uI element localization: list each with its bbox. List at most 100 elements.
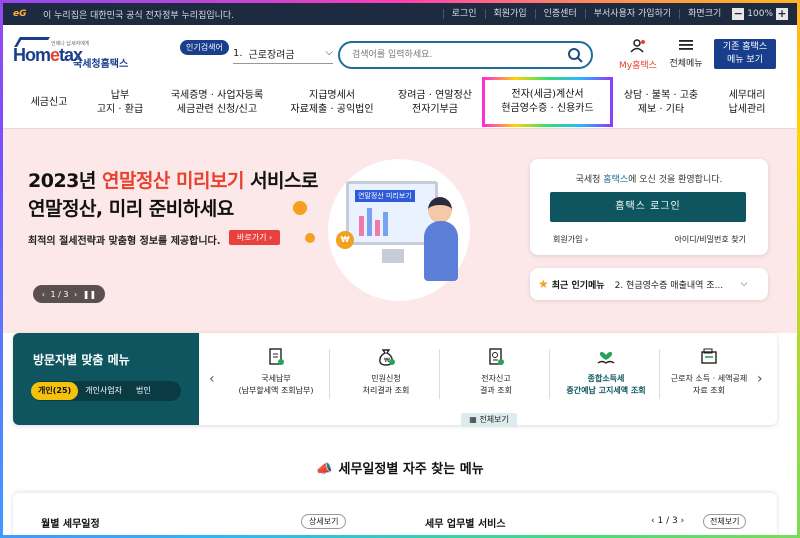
visitor-item-worker-deduction[interactable]: 근로자 소득 · 세액공제 자료 조회 — [651, 347, 767, 397]
logo-wordmark: Hometax — [13, 45, 83, 66]
nav-payment[interactable]: 납부 고지 · 환급 — [85, 77, 155, 129]
megaphone-icon: 📣 — [316, 462, 333, 477]
form-upload-icon — [489, 348, 504, 365]
tab-individual[interactable]: 개인(25) — [31, 382, 79, 400]
hero-title: 2023년 연말정산 미리보기 서비스로 연말정산, 미리 준비하세요 — [28, 167, 319, 223]
popular-search-dropdown[interactable]: 1. 근로장려금 ⌵ — [233, 44, 333, 64]
visitor-item-tax-payment[interactable]: 국세납부 (납부할세액 조회납부) — [221, 347, 331, 397]
visitor-item-civil-request[interactable]: ₩ 민원신청 처리결과 조회 — [331, 347, 441, 397]
hometax-login-button[interactable]: 홈택스 로그인 — [550, 192, 746, 222]
welcome-text: 국세청 홈택스에 오신 것을 환영합니다. — [530, 172, 768, 185]
carousel-next-icon[interactable]: › — [74, 290, 77, 299]
login-link[interactable]: 로그인 — [442, 9, 485, 19]
hero-go-button[interactable]: 바로가기 › — [229, 230, 281, 245]
hero-illustration: 연말정산 미리보기 ₩ — [328, 159, 470, 301]
nav-label: 납부 — [110, 90, 130, 101]
star-icon: ★ — [538, 277, 549, 291]
tab-corporation[interactable]: 법인 — [129, 382, 158, 400]
chevron-down-icon: ⌵ — [325, 47, 333, 58]
my-hometax-label: My홈택스 — [619, 61, 657, 71]
hand-heart-icon — [597, 351, 615, 364]
visitor-next-icon[interactable]: › — [757, 371, 763, 387]
services-next-icon[interactable]: › — [681, 516, 685, 526]
hometax-logo[interactable]: 언제나 납세자에게 Hometax 국세청홈택스 — [13, 37, 141, 70]
popular-search-term: 근로장려금 — [248, 50, 295, 61]
visitor-item-label: 근로자 소득 · 세액공제 — [670, 374, 748, 383]
visitor-view-all-button[interactable]: ▦ 전체보기 — [461, 413, 517, 427]
nav-sublabel: 자료제출 · 공익법인 — [290, 104, 374, 115]
services-view-all-button[interactable]: 전체보기 — [703, 514, 747, 529]
money-bag-icon: ₩ — [379, 349, 395, 366]
screen-size-label: 화면크기 — [679, 9, 729, 19]
hero-title-highlight: 연말정산 미리보기 — [101, 170, 244, 192]
all-menu-button[interactable]: 전체메뉴 — [663, 39, 709, 73]
nav-payment-statement[interactable]: 지급명세서 자료제출 · 공익법인 — [279, 77, 385, 129]
visitor-item-e-filing[interactable]: 전자신고 결과 조회 — [441, 347, 551, 397]
user-icon — [630, 39, 645, 53]
gov-notice: 이 누리집은 대한민국 공식 전자정부 누리집입니다. — [43, 10, 235, 21]
schedule-detail-button[interactable]: 상세보기 — [301, 514, 347, 529]
nav-sublabel: 현금영수증 · 신용카드 — [501, 103, 594, 114]
all-menu-label: 전체메뉴 — [669, 59, 703, 69]
coin-decor-icon — [305, 233, 315, 243]
chevron-down-icon[interactable]: ⌵ — [741, 279, 748, 289]
visitor-item-income-tax[interactable]: 종합소득세 중간예납 고지세액 조회 — [551, 347, 661, 397]
carousel-pause-icon[interactable]: ❚❚ — [83, 290, 96, 299]
hamburger-menu-icon — [679, 40, 693, 50]
hero-carousel-pager: ‹ 1 / 3 › ❚❚ — [33, 285, 105, 303]
nav-tax-agent[interactable]: 세무대리 납세관리 — [709, 77, 785, 129]
monitor-title: 연말정산 미리보기 — [355, 190, 415, 202]
tab-sole-proprietor[interactable]: 개인사업자 — [78, 382, 129, 400]
visitor-prev-icon[interactable]: ‹ — [209, 371, 215, 387]
divider — [439, 349, 440, 399]
search-input[interactable] — [352, 47, 562, 63]
welcome-brand: 홈택스 — [603, 175, 629, 185]
nav-tax-filing[interactable]: 세금신고 — [15, 77, 83, 129]
services-page-indicator: 1 / 3 — [657, 516, 678, 526]
dept-user-signup-link[interactable]: 부서사용자 가입하기 — [584, 9, 679, 19]
nav-label: 세금신고 — [30, 97, 68, 108]
nav-label: 전자(세금)계산서 — [511, 89, 584, 100]
monitor-stand — [382, 249, 404, 263]
popular-search-badge: 인기검색어 — [180, 40, 229, 55]
recent-popular-menu[interactable]: ★ 최근 인기메뉴 2. 현금영수증 매출내역 조... ⌵ — [530, 268, 768, 300]
welcome-b: 에 오신 것을 환영합니다. — [628, 175, 723, 185]
person-head-illustration — [428, 197, 452, 223]
signup-link[interactable]: 회원가입 — [484, 9, 535, 19]
grid-icon: ▦ — [469, 415, 477, 424]
nav-sublabel: 전자기부금 — [412, 104, 458, 115]
schedule-section-title: 📣 세무일정별 자주 찾는 메뉴 — [3, 458, 797, 477]
visitor-item-sublabel: 결과 조회 — [480, 386, 512, 395]
logo-subtitle: 국세청홈택스 — [73, 59, 129, 70]
cert-center-link[interactable]: 인증센터 — [534, 9, 585, 19]
visitor-menu-title: 방문자별 맞춤 메뉴 — [33, 353, 130, 367]
zoom-in-button[interactable]: + — [776, 8, 788, 20]
popular-search-rank: 1. — [233, 48, 243, 59]
zoom-out-button[interactable]: − — [732, 8, 745, 20]
nav-consulting[interactable]: 상담 · 불복 · 고충 제보 · 기타 — [617, 77, 705, 129]
nav-e-invoice[interactable]: 전자(세금)계산서현금영수증 · 신용카드 — [482, 77, 613, 127]
nav-label: 국세증명 · 사업자등록 — [170, 90, 264, 101]
nav-sublabel: 세금관련 신청/신고 — [176, 104, 258, 115]
nav-incentive[interactable]: 장려금 · 연말정산 전자기부금 — [389, 77, 481, 129]
find-id-password-link[interactable]: 아이디/비밀번호 찾기 — [675, 234, 746, 245]
logo-home: Hom — [13, 45, 51, 65]
divider — [329, 349, 330, 399]
wallet-icon — [701, 348, 717, 364]
legacy-menu-button[interactable]: 기존 홈택스 메뉴 보기 — [714, 39, 776, 69]
signup-link[interactable]: 회원가입 › — [553, 234, 588, 245]
zoom-level: 100% — [747, 9, 773, 19]
search-icon[interactable] — [567, 47, 583, 63]
svg-text:₩: ₩ — [384, 357, 390, 364]
welcome-a: 국세청 — [575, 175, 604, 185]
nav-certificate[interactable]: 국세증명 · 사업자등록세금관련 신청/신고 — [159, 77, 275, 129]
search-box — [338, 41, 593, 69]
illus-bar — [367, 208, 372, 236]
my-hometax-button[interactable]: My홈택스 — [615, 39, 661, 73]
legacy-menu-line1: 기존 홈택스 — [722, 42, 768, 52]
popular-menu-item[interactable]: 2. 현금영수증 매출내역 조... — [615, 278, 735, 291]
carousel-prev-icon[interactable]: ‹ — [42, 290, 45, 299]
visitor-item-label: 종합소득세 — [587, 374, 625, 383]
utility-links: 로그인 회원가입 인증센터 부서사용자 가입하기 화면크기 − 100% + — [442, 3, 791, 25]
services-prev-icon[interactable]: ‹ — [651, 516, 655, 526]
